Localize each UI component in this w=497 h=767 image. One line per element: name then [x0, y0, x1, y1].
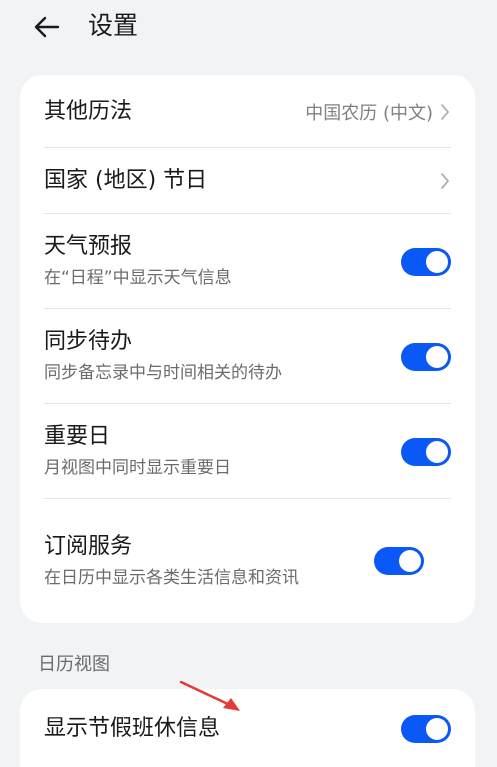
setting-important-day: 重要日 月视图中同时显示重要日	[20, 404, 475, 499]
arrow-left-icon	[34, 16, 60, 38]
annotation-arrow-icon	[179, 680, 240, 711]
show-holiday-info-toggle[interactable]	[401, 715, 451, 743]
setting-subscription: 订阅服务 在日历中显示各类生活信息和资讯	[20, 499, 475, 623]
subscription-toggle[interactable]	[374, 547, 424, 575]
section-label-calendar-view: 日历视图	[38, 654, 110, 675]
header: 设置	[0, 0, 497, 52]
toggle-knob	[426, 345, 448, 368]
setting-weather: 天气预报 在“日程”中显示天气信息	[20, 214, 475, 309]
setting-holidays[interactable]: 国家 (地区) 节日	[20, 148, 475, 214]
sync-todo-toggle[interactable]	[401, 342, 451, 371]
setting-sync-todo: 同步待办 同步备忘录中与时间相关的待办	[20, 309, 475, 404]
chevron-right-icon	[439, 102, 451, 122]
setting-label: 同步待办	[44, 329, 133, 354]
setting-description: 在“日程”中显示天气信息	[44, 268, 232, 288]
important-day-toggle[interactable]	[401, 437, 451, 466]
chevron-right-icon	[439, 171, 451, 191]
setting-label: 显示节假班休信息	[44, 716, 221, 741]
setting-description: 在日历中显示各类生活信息和资讯	[44, 567, 299, 588]
setting-label: 订阅服务	[44, 533, 133, 559]
setting-value: 中国农历 (中文)	[305, 102, 433, 124]
setting-label: 其他历法	[44, 98, 133, 124]
settings-card: 其他历法 中国农历 (中文) 国家 (地区) 节日 天气预报 在“日程”中显示天…	[20, 75, 475, 623]
back-button[interactable]	[30, 10, 64, 44]
toggle-knob	[426, 440, 448, 463]
setting-description: 同步备忘录中与时间相关的待办	[44, 363, 282, 383]
setting-label: 重要日	[44, 424, 111, 449]
toggle-knob	[399, 550, 421, 572]
setting-label: 国家 (地区) 节日	[44, 168, 208, 193]
setting-description: 月视图中同时显示重要日	[44, 458, 231, 478]
weather-toggle[interactable]	[401, 247, 451, 276]
setting-other-calendar[interactable]: 其他历法 中国农历 (中文)	[20, 75, 475, 148]
toggle-knob	[426, 250, 448, 273]
page-title: 设置	[88, 11, 139, 40]
setting-label: 天气预报	[44, 234, 133, 259]
toggle-knob	[426, 718, 448, 740]
